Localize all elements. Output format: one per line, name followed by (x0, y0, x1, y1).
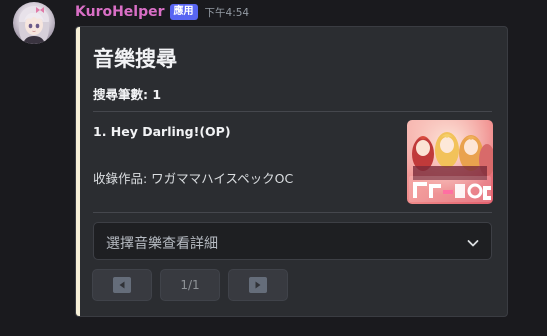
bot-message: KuroHelper 應用 下午4:54 音樂搜尋 搜尋筆數: 1 1. Hey… (0, 0, 547, 336)
page-indicator-button: 1/1 (160, 269, 220, 301)
music-search-embed: 音樂搜尋 搜尋筆數: 1 1. Hey Darling!(OP) 收錄作品: ワ… (75, 26, 508, 317)
arrow-right-icon (249, 277, 267, 293)
music-select-menu[interactable]: 選擇音樂查看詳細 (93, 222, 492, 260)
previous-page-button[interactable] (92, 269, 152, 301)
divider (93, 111, 492, 112)
bot-avatar[interactable] (13, 2, 55, 44)
timestamp[interactable]: 下午4:54 (205, 5, 250, 20)
username[interactable]: KuroHelper (75, 4, 165, 20)
result-title: 1. Hey Darling!(OP) (93, 124, 231, 139)
next-page-button[interactable] (228, 269, 288, 301)
embed-accent-bar (76, 27, 80, 316)
message-header: KuroHelper 應用 下午4:54 (75, 2, 249, 22)
divider (93, 212, 492, 213)
embed-title: 音樂搜尋 (93, 47, 177, 71)
arrow-left-icon (113, 277, 131, 293)
album-cover-image[interactable] (407, 120, 493, 204)
page-indicator: 1/1 (180, 278, 200, 292)
app-badge: 應用 (169, 4, 198, 20)
result-work: 收錄作品: ワガママハイスペックOC (93, 171, 294, 186)
select-placeholder: 選擇音樂查看詳細 (106, 236, 218, 252)
search-count: 搜尋筆數: 1 (93, 87, 162, 102)
chevron-down-icon (466, 235, 480, 249)
